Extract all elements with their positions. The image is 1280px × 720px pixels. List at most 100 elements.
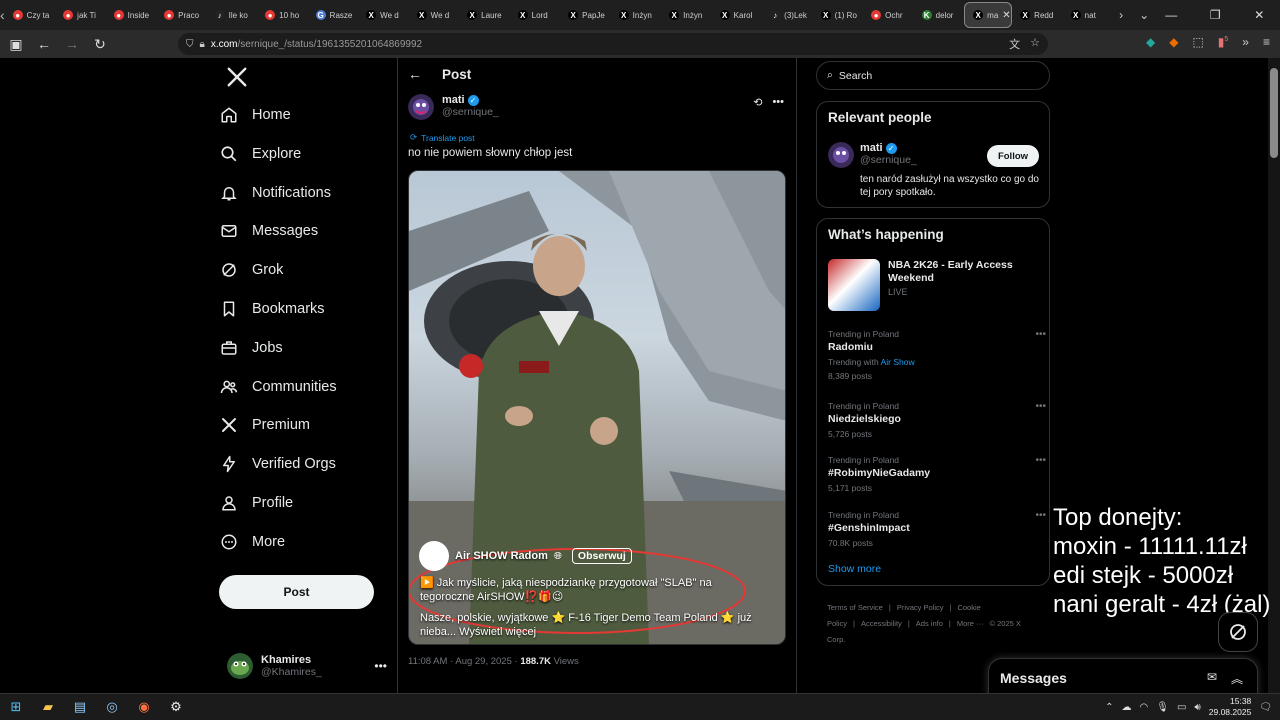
minimize-icon[interactable]: — [1149, 8, 1193, 22]
trend-item[interactable]: Trending in Poland #RobimyNieGadamy 5,171… [828, 455, 1046, 493]
forward-icon[interactable]: → [60, 36, 84, 52]
author-name[interactable]: mati [442, 94, 465, 106]
extensions-puzzle-icon[interactable]: ⬚ [1192, 35, 1203, 49]
nav-item-profile[interactable]: Profile [220, 485, 293, 521]
show-more-link[interactable]: Show more [828, 563, 881, 575]
nav-item-explore[interactable]: Explore [220, 136, 301, 172]
fox-extension-icon[interactable]: ◆ [1169, 35, 1178, 49]
relevant-user-avatar[interactable] [828, 142, 854, 168]
browser-tab[interactable]: X (1) Ro [813, 2, 864, 28]
nav-item-messages[interactable]: Messages [220, 213, 318, 249]
scrollbar-thumb[interactable] [1270, 68, 1278, 158]
footer-link[interactable]: Accessibility [861, 619, 902, 628]
messages-drawer[interactable]: Messages ✉ ︽ [988, 658, 1258, 698]
translate-post-link[interactable]: ⟳ Translate post [410, 132, 475, 143]
post-media-video[interactable]: Air SHOW Radom 🌐︎ Obserwuj ▶️ Jak myślic… [408, 170, 786, 645]
firefox-icon[interactable]: ◉ [128, 694, 160, 720]
steam-icon[interactable]: ◎ [96, 694, 128, 720]
nav-item-jobs[interactable]: Jobs [220, 330, 283, 366]
browser-tab[interactable]: X We d [358, 2, 409, 28]
shield-extension-icon[interactable]: ◆ [1146, 35, 1155, 49]
more-dots-icon[interactable]: ••• [1035, 455, 1046, 466]
browser-tab[interactable]: X Inżyn [661, 2, 712, 28]
author-avatar[interactable] [408, 94, 434, 120]
more-dots-icon[interactable]: ••• [1035, 510, 1046, 521]
new-message-icon[interactable]: ✉ [1207, 670, 1217, 687]
network-icon[interactable]: ▭ [1177, 702, 1186, 713]
grok-button[interactable] [1218, 612, 1258, 652]
x-logo-icon[interactable] [226, 66, 248, 88]
relevant-user-name[interactable]: mati [860, 142, 883, 154]
browser-tab[interactable]: Xnat [1063, 2, 1114, 28]
browser-tab[interactable]: ● jak Ti [55, 2, 106, 28]
address-bar[interactable]: ⛉ 🔒︎ x.com/sernique_/status/196135520106… [178, 33, 1048, 55]
mic-icon[interactable]: 🎙︎ [1156, 702, 1169, 713]
clock[interactable]: 15:38 29.08.2025 [1209, 696, 1252, 718]
search-input[interactable]: ⌕ Search [816, 61, 1050, 90]
app-icon[interactable]: ▤ [64, 694, 96, 720]
nav-item-grok[interactable]: Grok [220, 252, 283, 288]
relevant-user-handle[interactable]: @sernique_ [860, 154, 917, 166]
tray-chevron-icon[interactable]: ⌃ [1105, 702, 1113, 713]
expand-chevrons-icon[interactable]: ︽ [1231, 670, 1243, 687]
nav-item-more[interactable]: More [220, 524, 285, 560]
notifications-icon[interactable]: 🗨︎ [1259, 702, 1272, 713]
tab-list-chevron-icon[interactable]: ⌄ [1139, 8, 1149, 22]
more-dots-icon[interactable]: ••• [772, 96, 784, 109]
back-arrow-icon[interactable]: ← [408, 66, 422, 82]
more-dots-icon[interactable]: ••• [1035, 401, 1046, 412]
restore-icon[interactable]: ❐ [1193, 8, 1237, 22]
volume-icon[interactable]: 🔊︎ [1194, 702, 1200, 713]
timestamp-text[interactable]: 11:08 AM · Aug 29, 2025 · [408, 656, 520, 667]
nav-item-notifications[interactable]: Notifications [220, 175, 331, 211]
tab-scroll-right-icon[interactable]: › [1119, 8, 1123, 22]
cloud-icon[interactable]: ☁ [1122, 702, 1132, 713]
browser-tab[interactable]: ● 10 ho [257, 2, 308, 28]
nav-item-bookmarks[interactable]: Bookmarks [220, 291, 325, 327]
more-dots-icon[interactable]: ••• [374, 659, 387, 673]
overflow-chevrons-icon[interactable]: » [1242, 35, 1249, 49]
trend-item[interactable]: Trending in Poland #GenshinImpact 70.8K p… [828, 510, 1046, 548]
post-button[interactable]: Post [219, 575, 374, 609]
app-menu-icon[interactable]: ≡ [1263, 35, 1270, 49]
trend-item[interactable]: Trending in Poland Radomiu Trending with … [828, 329, 1046, 381]
extension-badge-icon[interactable]: ▮5 [1218, 35, 1229, 49]
browser-tab[interactable]: X PapJe [560, 2, 611, 28]
bookmark-star-icon[interactable]: ☆ [1030, 36, 1040, 52]
back-icon[interactable]: ← [32, 36, 56, 52]
wifi-icon[interactable]: ◠ [1140, 702, 1149, 713]
sidebar-toggle-icon[interactable]: ▣ [4, 36, 28, 53]
browser-tab-active[interactable]: Xma ✕ [964, 2, 1013, 28]
lock-icon[interactable]: 🔒︎ [200, 39, 205, 50]
browser-tab[interactable]: ♪ Ile ko [207, 2, 258, 28]
browser-tab[interactable]: ● Praco [156, 2, 207, 28]
browser-tab[interactable]: Kdelor [914, 2, 965, 28]
trend-with-link[interactable]: Air Show [881, 357, 915, 367]
account-switcher[interactable]: Khamires @Khamires_ ••• [227, 648, 387, 684]
browser-tab[interactable]: ♪ (3)Lek [762, 2, 813, 28]
more-dots-icon[interactable]: ••• [1035, 329, 1046, 340]
featured-event[interactable]: NBA 2K26 - Early Access Weekend LIVE [828, 259, 1038, 311]
nav-item-verified-orgs[interactable]: Verified Orgs [220, 446, 336, 482]
tracking-shield-icon[interactable]: ⛉ [186, 39, 194, 50]
footer-link[interactable]: Terms of Service [827, 603, 883, 612]
footer-link[interactable]: Privacy Policy [897, 603, 944, 612]
browser-tab[interactable]: X We d [409, 2, 460, 28]
footer-link[interactable]: Ads info [916, 619, 943, 628]
browser-tab[interactable]: ● Inside [106, 2, 157, 28]
browser-tab[interactable]: ● Czy ta [5, 2, 56, 28]
browser-tab[interactable]: X Karol [712, 2, 763, 28]
windows-start-icon[interactable]: ⊞ [0, 694, 32, 720]
tab-close-icon[interactable]: ✕ [1002, 10, 1010, 21]
nav-item-home[interactable]: Home [220, 97, 291, 133]
trend-item[interactable]: Trending in Poland Niedzielskiego 5,726 p… [828, 401, 1046, 439]
nav-item-communities[interactable]: Communities [220, 369, 337, 405]
author-handle[interactable]: @sernique_ [442, 106, 499, 118]
browser-tab[interactable]: G Rasze [308, 2, 359, 28]
settings-gear-icon[interactable]: ⚙ [160, 694, 192, 720]
browser-tab[interactable]: ● Ochr [863, 2, 914, 28]
browser-tab[interactable]: X Inżyn [611, 2, 662, 28]
footer-link[interactable]: More ··· [957, 619, 984, 628]
post-author[interactable]: mati ✓ @sernique_ [408, 94, 499, 120]
close-window-icon[interactable]: ✕ [1237, 8, 1280, 22]
